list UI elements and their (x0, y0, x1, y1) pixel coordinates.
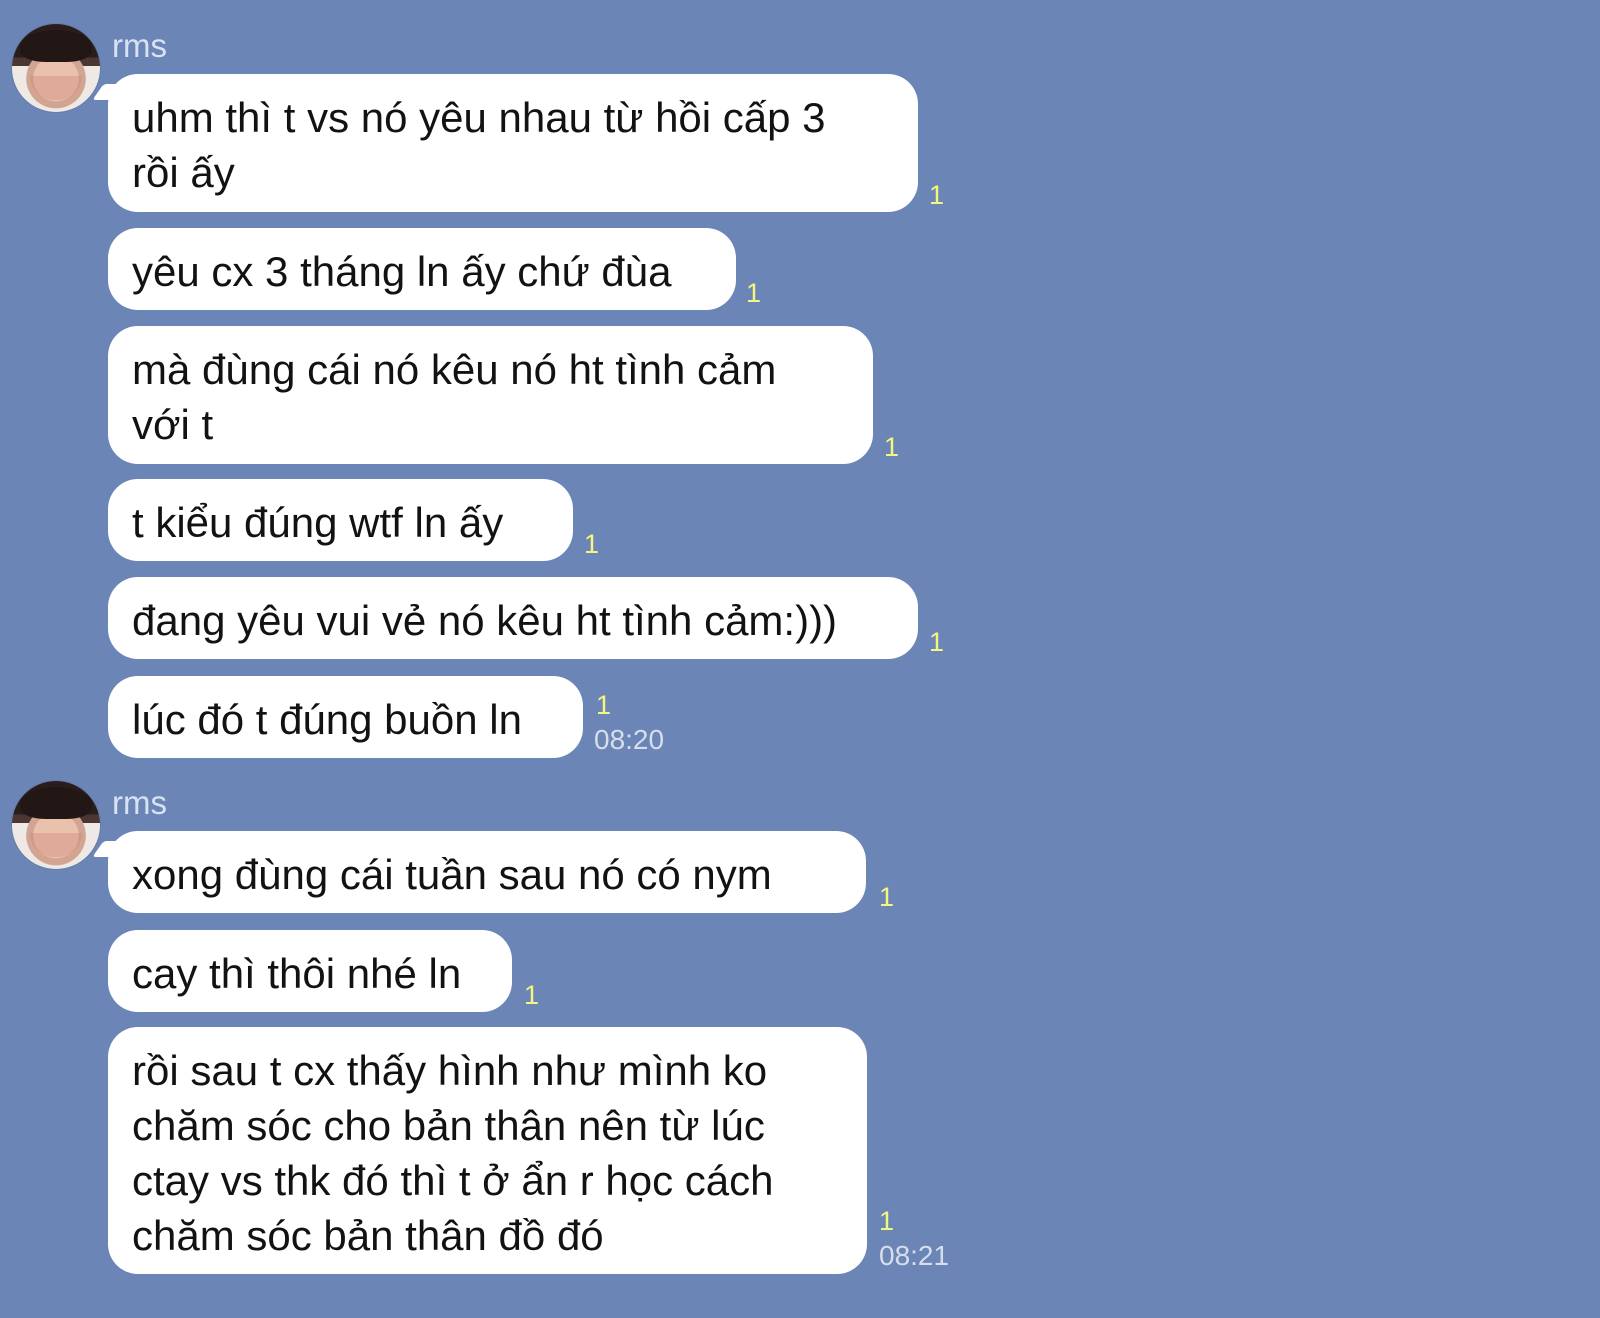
message-line: ctay vs thk đó thì t ở ẩn r học cách (132, 1157, 774, 1204)
message-bubble[interactable]: lúc đó t đúng buồn ln (108, 676, 583, 758)
sender-name: rms (112, 784, 167, 821)
read-count: 1 (929, 180, 945, 210)
read-count: 1 (884, 432, 900, 462)
avatar[interactable] (12, 24, 100, 112)
message-line: uhm thì t vs nó yêu nhau từ hồi cấp 3 (132, 94, 826, 141)
message-line: yêu cx 3 tháng ln ấy chứ đùa (132, 248, 672, 295)
message-time: 08:20 (594, 724, 665, 755)
sender-name: rms (112, 27, 167, 64)
message-line: xong đùng cái tuần sau nó có nym (132, 851, 772, 898)
read-count: 1 (746, 278, 762, 308)
message-line: cay thì thôi nhé ln (132, 950, 462, 997)
message-line: rồi ấy (132, 149, 235, 196)
message-line: chăm sóc cho bản thân nên từ lúc (132, 1102, 765, 1149)
read-count: 1 (929, 627, 945, 657)
message-line: chăm sóc bản thân đồ đó (132, 1212, 604, 1259)
avatar[interactable] (12, 781, 100, 869)
message-bubble[interactable]: đang yêu vui vẻ nó kêu ht tình cảm:))) (108, 577, 918, 659)
read-count: 1 (584, 529, 600, 559)
message-line: t kiểu đúng wtf ln ấy (132, 499, 504, 546)
message-line: mà đùng cái nó kêu nó ht tình cảm (132, 346, 777, 393)
message-bubble[interactable]: t kiểu đúng wtf ln ấy (108, 479, 573, 561)
message-bubble[interactable]: rồi sau t cx thấy hình như mình ko chăm … (108, 1027, 867, 1274)
read-count: 1 (879, 882, 895, 912)
read-count: 1 (596, 690, 612, 720)
message-bubble[interactable]: cay thì thôi nhé ln (108, 930, 512, 1012)
message-line: đang yêu vui vẻ nó kêu ht tình cảm:))) (132, 597, 838, 644)
message-bubble[interactable]: uhm thì t vs nó yêu nhau từ hồi cấp 3 rồ… (108, 74, 918, 212)
message-bubble[interactable]: yêu cx 3 tháng ln ấy chứ đùa (108, 228, 736, 310)
message-line: rồi sau t cx thấy hình như mình ko (132, 1047, 768, 1094)
read-count: 1 (879, 1206, 895, 1236)
chat-history: rms uhm thì t vs nó yêu nhau từ hồi cấp … (0, 0, 1600, 1318)
message-line: lúc đó t đúng buồn ln (132, 696, 522, 743)
message-bubble[interactable]: xong đùng cái tuần sau nó có nym (108, 831, 866, 913)
read-count: 1 (524, 980, 540, 1010)
message-bubble[interactable]: mà đùng cái nó kêu nó ht tình cảm với t (108, 326, 873, 464)
message-time: 08:21 (879, 1240, 950, 1271)
message-line: với t (132, 401, 214, 448)
